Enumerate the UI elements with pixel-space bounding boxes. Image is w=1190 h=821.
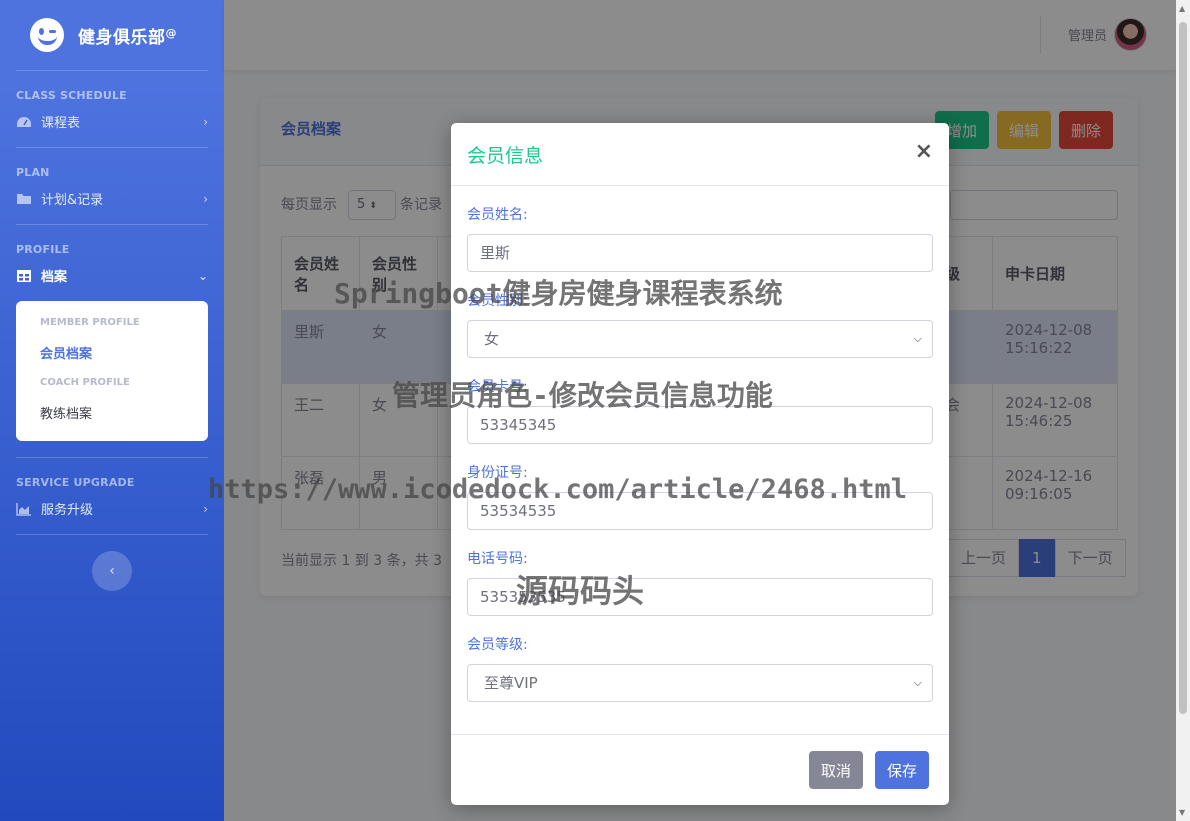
laugh-wink-icon	[30, 18, 64, 52]
submenu-header-member: MEMBER PROFILE	[16, 311, 208, 334]
watermark-url: https://www.icodedock.com/article/2468.h…	[208, 474, 907, 505]
sidebar-divider	[16, 534, 208, 535]
modal-footer: 取消 保存	[451, 734, 949, 805]
chevron-right-icon: ›	[203, 115, 208, 129]
brand[interactable]: 健身俱乐部@	[0, 0, 224, 70]
member-info-modal: 会员信息 × 会员姓名: 里斯 会员性别: 女 ⌵ 会员卡号: 53345345…	[451, 123, 949, 805]
chevron-right-icon: ›	[203, 192, 208, 206]
sidebar-item-profile[interactable]: 档案 ⌄	[0, 256, 224, 301]
section-heading-profile: PROFILE	[0, 225, 224, 256]
scrollbar-thumb[interactable]	[1179, 22, 1187, 714]
gender-value: 女	[484, 330, 499, 348]
modal-header: 会员信息 ×	[451, 123, 949, 186]
chevron-down-icon: ⌵	[914, 321, 922, 357]
name-input[interactable]: 里斯	[467, 234, 933, 272]
sidebar: 健身俱乐部@ CLASS SCHEDULE 课程表 › PLAN 计划&记录 ›…	[0, 0, 224, 821]
sidebar-item-label: 档案	[41, 266, 198, 285]
watermark-brand: 源码码头	[516, 566, 644, 612]
page-scrollbar[interactable]: ▲ ▼	[1176, 0, 1190, 821]
sidebar-item-label: 课程表	[41, 112, 203, 131]
submenu-item-member-profile[interactable]: 会员档案	[16, 334, 208, 371]
sidebar-item-label: 计划&记录	[41, 189, 203, 208]
level-label: 会员等级:	[467, 634, 528, 654]
section-heading-class-schedule: CLASS SCHEDULE	[0, 71, 224, 102]
sidebar-toggle-button[interactable]: ‹	[92, 551, 132, 591]
profile-submenu: MEMBER PROFILE 会员档案 COACH PROFILE 教练档案	[16, 301, 208, 441]
submenu-header-coach: COACH PROFILE	[16, 371, 208, 394]
brand-title: 健身俱乐部@	[78, 23, 177, 48]
modal-title: 会员信息	[467, 141, 543, 168]
sidebar-item-upgrade[interactable]: 服务升级 ›	[0, 489, 224, 534]
sidebar-item-schedule[interactable]: 课程表 ›	[0, 102, 224, 147]
watermark-title: Springboot健身房健身课程表系统	[334, 272, 783, 312]
scroll-up-icon[interactable]: ▲	[1179, 4, 1185, 13]
close-icon[interactable]: ×	[915, 139, 933, 164]
level-value: 至尊VIP	[484, 674, 538, 692]
section-heading-plan: PLAN	[0, 148, 224, 179]
tachometer-icon	[16, 115, 32, 129]
table-icon	[16, 269, 32, 283]
scroll-down-icon[interactable]: ▼	[1179, 808, 1185, 817]
chart-area-icon	[16, 502, 32, 516]
section-heading-service-upgrade: SERVICE UPGRADE	[0, 458, 224, 489]
watermark-subtitle: 管理员角色-修改会员信息功能	[392, 374, 773, 414]
sidebar-item-label: 服务升级	[41, 499, 203, 518]
name-label: 会员姓名:	[467, 204, 528, 224]
chevron-down-icon: ⌵	[914, 665, 922, 701]
save-button[interactable]: 保存	[875, 751, 929, 789]
gender-select[interactable]: 女 ⌵	[467, 320, 933, 358]
cancel-button[interactable]: 取消	[809, 751, 863, 789]
folder-icon	[16, 192, 32, 206]
submenu-item-coach-profile[interactable]: 教练档案	[16, 394, 208, 431]
sidebar-item-plan[interactable]: 计划&记录 ›	[0, 179, 224, 224]
chevron-down-icon: ⌄	[198, 269, 208, 283]
phone-label: 电话号码:	[467, 548, 528, 568]
level-select[interactable]: 至尊VIP ⌵	[467, 664, 933, 702]
